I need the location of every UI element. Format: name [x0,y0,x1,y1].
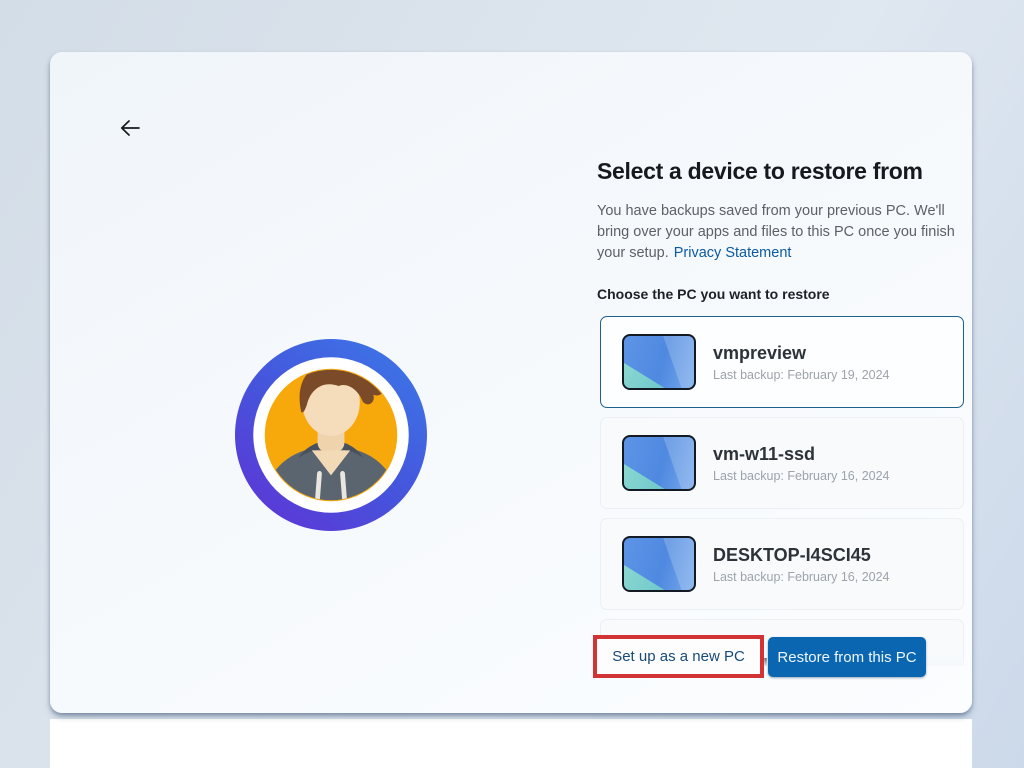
device-card-desktop-i4sci45[interactable]: DESKTOP-I4SCI45 Last backup: February 16… [600,518,964,610]
device-list: vmpreview Last backup: February 19, 2024… [600,316,964,666]
pc-thumbnail-icon [622,435,696,491]
device-last-backup: Last backup: February 16, 2024 [713,469,890,483]
restore-panel: Select a device to restore from You have… [597,156,979,666]
privacy-statement-link[interactable]: Privacy Statement [674,245,792,261]
device-list-label: Choose the PC you want to restore [597,285,979,303]
device-last-backup: Last backup: February 19, 2024 [713,368,890,382]
device-name: DESKTOP-I4SCI45 [713,544,890,566]
page-title: Select a device to restore from [597,156,979,186]
device-last-backup: Last backup: February 16, 2024 [713,570,890,584]
device-name: vm-w11-ssd [713,443,890,465]
annotation-highlight-box: Set up as a new PC [593,635,764,678]
back-button[interactable] [114,114,146,144]
back-arrow-icon [117,116,143,140]
restore-from-pc-button[interactable]: Restore from this PC [768,637,926,677]
page-background-strip [50,719,972,768]
device-card-vmpreview[interactable]: vmpreview Last backup: February 19, 2024 [600,316,964,408]
device-name: vmpreview [713,342,890,364]
pc-thumbnail-icon [622,334,696,390]
user-avatar [235,339,427,531]
setup-new-pc-button[interactable]: Set up as a new PC [597,639,760,674]
device-card-vm-w11-ssd[interactable]: vm-w11-ssd Last backup: February 16, 202… [600,417,964,509]
description-text: You have backups saved from your previou… [597,201,979,264]
oobe-dialog: Select a device to restore from You have… [50,52,972,713]
pc-thumbnail-icon [622,536,696,592]
avatar-illustration-icon [235,339,427,531]
